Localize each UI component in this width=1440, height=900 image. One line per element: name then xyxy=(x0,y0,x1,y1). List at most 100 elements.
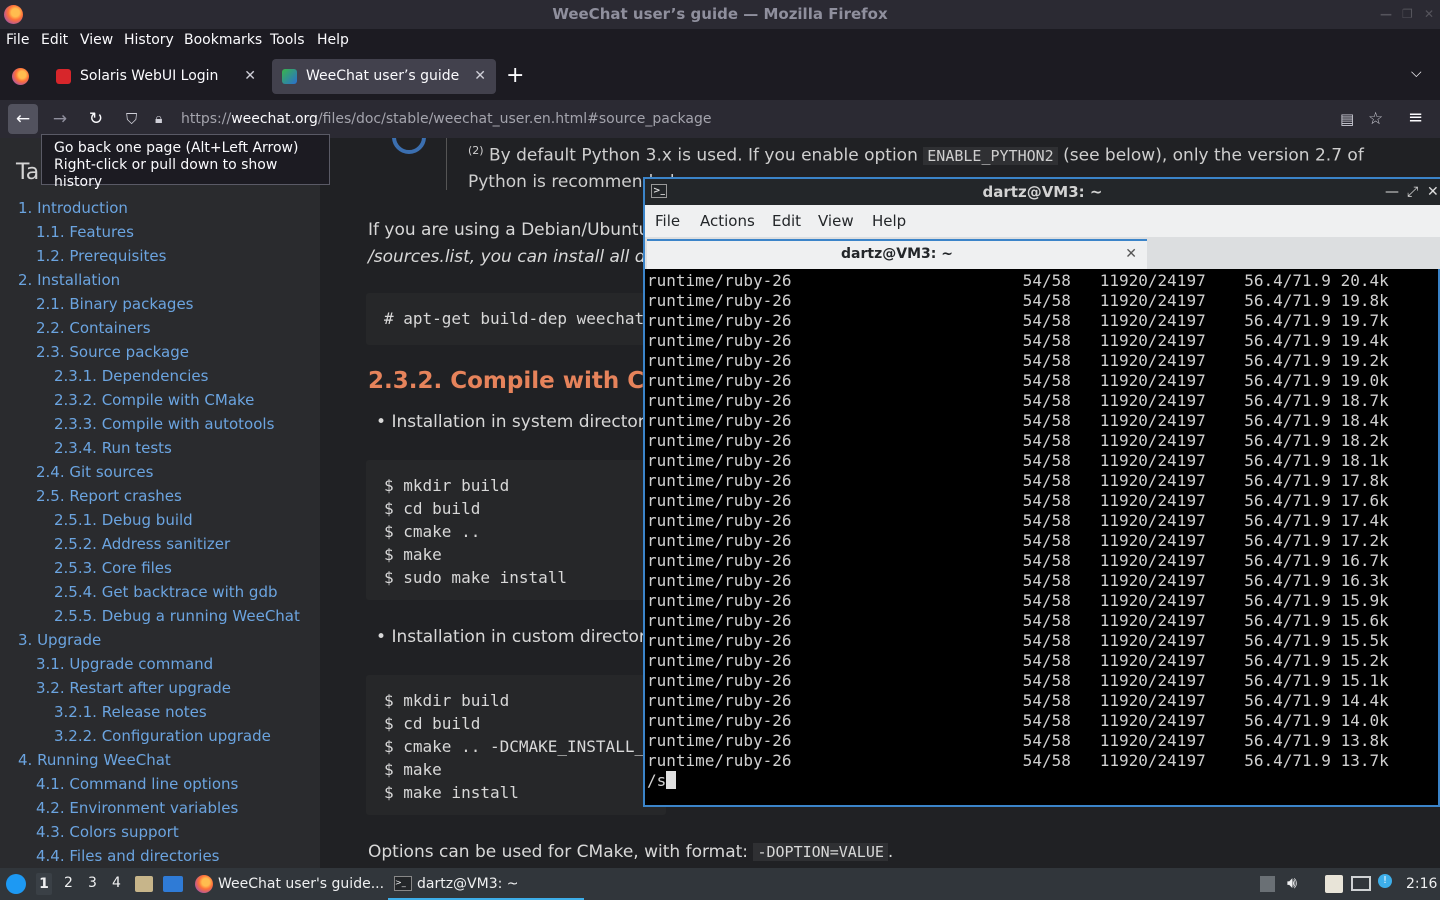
minimize-icon[interactable]: — xyxy=(1380,0,1392,29)
toc-item[interactable]: 2.3.1. Dependencies xyxy=(54,367,208,385)
workspace-2[interactable]: 2 xyxy=(64,875,73,891)
terminal-line: runtime/ruby-26 54/58 11920/24197 56.4/7… xyxy=(647,751,1389,770)
toc-item[interactable]: 4.1. Command line options xyxy=(36,775,238,793)
paragraph: Options can be used for CMake, with form… xyxy=(368,842,893,862)
toc-item[interactable]: 4. Running WeeChat xyxy=(18,751,171,769)
maximize-icon[interactable]: ❐ xyxy=(1402,0,1413,29)
task-firefox[interactable]: WeeChat user's guide... xyxy=(192,868,386,900)
menu-bar: File Edit View History Bookmarks Tools H… xyxy=(0,29,1440,53)
show-desktop-icon[interactable] xyxy=(163,876,183,892)
notification-icon[interactable]: ! xyxy=(1378,874,1392,888)
tab-label: WeeChat user’s guide xyxy=(306,68,460,84)
forward-button[interactable]: → xyxy=(45,104,75,134)
toc-item[interactable]: 2.3.2. Compile with CMake xyxy=(54,391,254,409)
clock[interactable]: 2:16 xyxy=(1406,876,1437,892)
terminal-app-icon: >_ xyxy=(651,184,667,198)
toc-item[interactable]: 1.2. Prerequisites xyxy=(36,247,166,265)
terminal-output[interactable]: runtime/ruby-26 54/58 11920/24197 56.4/7… xyxy=(647,271,1440,801)
firefox-icon xyxy=(195,875,213,893)
terminal-prompt-line[interactable]: /s xyxy=(647,771,1440,791)
toc-item[interactable]: 2.5.3. Core files xyxy=(54,559,172,577)
back-button[interactable]: ← xyxy=(8,104,38,134)
new-tab-icon[interactable]: + xyxy=(506,63,524,88)
terminal-menu-actions[interactable]: Actions xyxy=(700,212,755,230)
toc-item[interactable]: 2.1. Binary packages xyxy=(36,295,194,313)
terminal-menu-file[interactable]: File xyxy=(655,212,680,230)
toc-item[interactable]: 2. Installation xyxy=(18,271,120,289)
close-icon[interactable]: ✕ xyxy=(1424,0,1434,29)
menu-help[interactable]: Help xyxy=(317,32,349,48)
close-icon[interactable]: ✕ xyxy=(1427,179,1439,205)
toc-item[interactable]: 2.3.3. Compile with autotools xyxy=(54,415,274,433)
menu-view[interactable]: View xyxy=(80,32,113,48)
terminal-line: runtime/ruby-26 54/58 11920/24197 56.4/7… xyxy=(647,451,1389,470)
navigation-bar: ← → ↻ ⛉ 🔒︎ https://weechat.org/files/doc… xyxy=(0,100,1440,138)
terminal-line: runtime/ruby-26 54/58 11920/24197 56.4/7… xyxy=(647,651,1389,670)
inline-code: -DOPTION=VALUE xyxy=(753,843,888,861)
menu-file[interactable]: File xyxy=(6,32,29,48)
toc-item[interactable]: 2.4. Git sources xyxy=(36,463,153,481)
toc-item[interactable]: 1.1. Features xyxy=(36,223,134,241)
terminal-menu-view[interactable]: View xyxy=(818,212,854,230)
toc-item[interactable]: 4.3. Colors support xyxy=(36,823,179,841)
workspace-4[interactable]: 4 xyxy=(112,875,121,891)
toc-item[interactable]: 3.2.1. Release notes xyxy=(54,703,207,721)
tab-close-icon[interactable]: ✕ xyxy=(244,59,256,94)
menu-tools[interactable]: Tools xyxy=(270,32,305,48)
bullet-item: • Installation in system directori xyxy=(376,412,650,432)
tab-weechat-guide[interactable]: WeeChat user’s guide ✕ xyxy=(272,59,496,94)
toc-item[interactable]: 2.3. Source package xyxy=(36,343,189,361)
terminal-window[interactable]: >_ dartz@VM3: ~ — ⤢ ✕ File Actions Edit … xyxy=(643,177,1440,807)
workspace-1[interactable]: 1 xyxy=(36,873,52,895)
hamburger-menu-icon[interactable]: ≡ xyxy=(1408,107,1423,128)
file-manager-icon[interactable] xyxy=(135,876,153,892)
tab-close-icon[interactable]: ✕ xyxy=(474,59,486,94)
tooltip-line-1: Go back one page (Alt+Left Arrow) xyxy=(54,140,299,156)
toc-item[interactable]: 3.1. Upgrade command xyxy=(36,655,213,673)
url-bar[interactable]: ⛉ 🔒︎ https://weechat.org/files/doc/stabl… xyxy=(118,104,1398,134)
toc-item[interactable]: 4.2. Environment variables xyxy=(36,799,238,817)
display-icon[interactable] xyxy=(1351,876,1371,891)
tab-solaris-webui[interactable]: Solaris WebUI Login ✕ xyxy=(46,59,266,94)
terminal-titlebar[interactable]: >_ dartz@VM3: ~ — ⤢ ✕ xyxy=(645,179,1440,205)
toc-item[interactable]: 3.2.2. Configuration upgrade xyxy=(54,727,271,745)
terminal-line: runtime/ruby-26 54/58 11920/24197 56.4/7… xyxy=(647,491,1389,510)
list-all-tabs-icon[interactable]: ⌵ xyxy=(1411,65,1422,81)
footnote-marker: (2) xyxy=(468,144,484,157)
toc-item[interactable]: 3.2. Restart after upgrade xyxy=(36,679,231,697)
menu-bookmarks[interactable]: Bookmarks xyxy=(184,32,262,48)
paragraph-text: . xyxy=(887,842,894,862)
volume-icon[interactable]: 🔊︎ xyxy=(1287,873,1297,893)
reload-button[interactable]: ↻ xyxy=(81,104,111,134)
toc-item[interactable]: 2.3.4. Run tests xyxy=(54,439,172,457)
bookmark-star-icon[interactable]: ☆ xyxy=(1368,104,1383,134)
tracking-shield-icon[interactable]: ⛉ xyxy=(126,104,137,134)
toc-item[interactable]: 1. Introduction xyxy=(18,199,128,217)
application-menu-icon[interactable] xyxy=(6,874,26,894)
clipboard-icon[interactable] xyxy=(1260,876,1275,892)
toc-item[interactable]: 2.5.2. Address sanitizer xyxy=(54,535,230,553)
workspace-3[interactable]: 3 xyxy=(88,875,97,891)
tab-close-icon[interactable]: ✕ xyxy=(1125,241,1137,267)
toc-item[interactable]: 2.5.4. Get backtrace with gdb xyxy=(54,583,278,601)
minimize-icon[interactable]: — xyxy=(1385,179,1399,205)
terminal-menu-edit[interactable]: Edit xyxy=(772,212,801,230)
code-block: $ mkdir build $ cd build $ cmake .. $ ma… xyxy=(366,460,666,600)
toc-item[interactable]: 4.4. Files and directories xyxy=(36,847,220,865)
terminal-menu-help[interactable]: Help xyxy=(872,212,906,230)
toc-item[interactable]: 2.2. Containers xyxy=(36,319,151,337)
menu-edit[interactable]: Edit xyxy=(41,32,68,48)
terminal-tab[interactable]: dartz@VM3: ~ ✕ xyxy=(647,239,1147,269)
firefox-view-icon[interactable] xyxy=(12,68,29,85)
notes-icon[interactable] xyxy=(1325,875,1343,893)
menu-history[interactable]: History xyxy=(124,32,174,48)
task-terminal[interactable]: >_ dartz@VM3: ~ xyxy=(388,868,584,900)
reader-view-icon[interactable]: ▤ xyxy=(1340,104,1354,134)
lock-icon[interactable]: 🔒︎ xyxy=(155,104,162,134)
maximize-icon[interactable]: ⤢ xyxy=(1407,179,1418,205)
toc-item[interactable]: 2.5.1. Debug build xyxy=(54,511,193,529)
toc-item[interactable]: 3. Upgrade xyxy=(18,631,101,649)
toc-item[interactable]: 2.5.5. Debug a running WeeChat xyxy=(54,607,300,625)
toc-item[interactable]: 2.5. Report crashes xyxy=(36,487,182,505)
terminal-line: runtime/ruby-26 54/58 11920/24197 56.4/7… xyxy=(647,631,1389,650)
